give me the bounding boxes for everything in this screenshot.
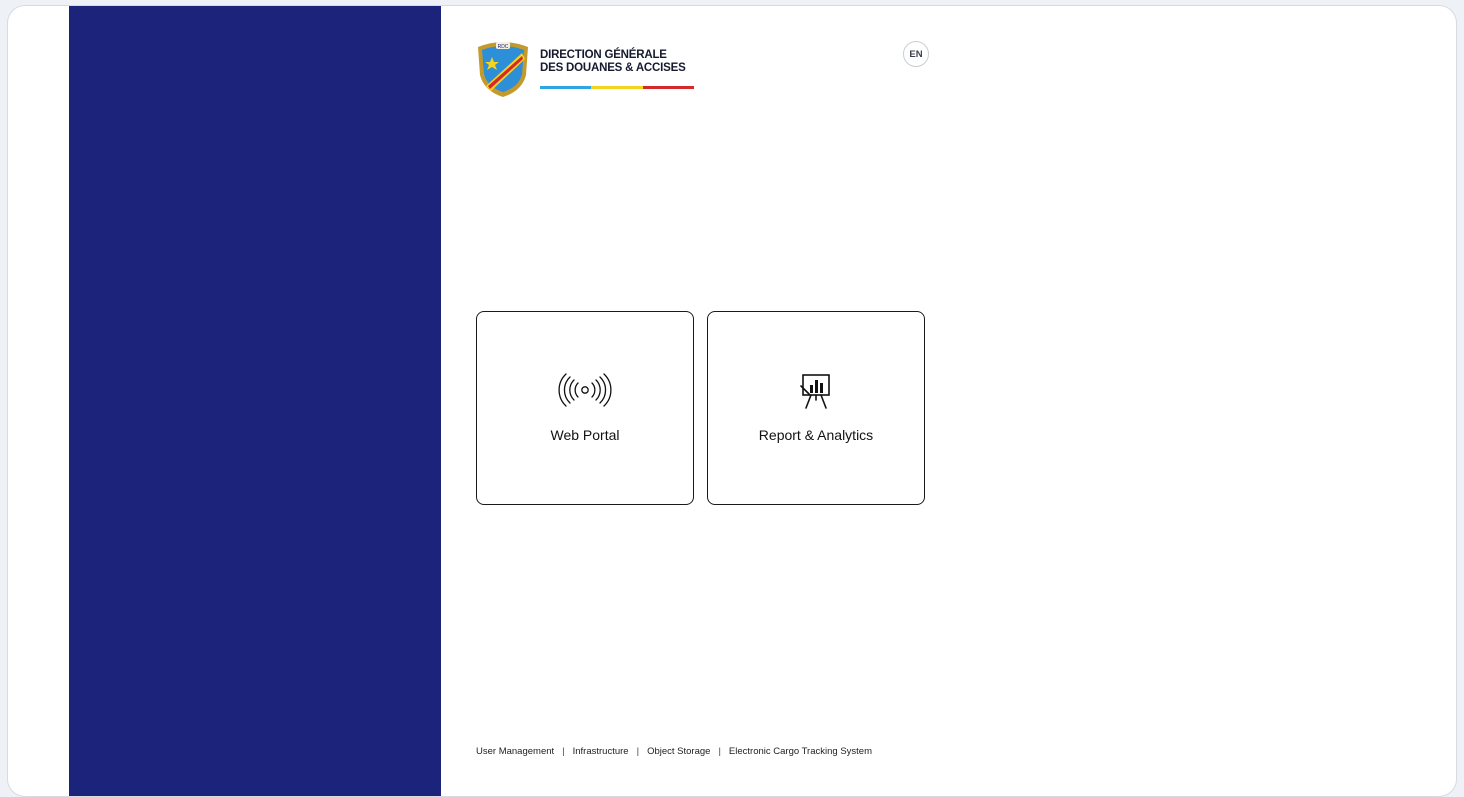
app-window: RDC DIRECTION GÉNÉRALE DES DOUANES & ACC… (7, 5, 1457, 797)
footer-separator: | (636, 746, 640, 757)
footer-links: User Management | Infrastructure | Object St… (476, 746, 872, 757)
flag-stripe-red (642, 86, 694, 89)
brand-name: DIRECTION GÉNÉRALE DES DOUANES & ACCISES (540, 49, 686, 75)
presentation-chart-icon (800, 374, 830, 409)
language-toggle-button[interactable]: EN (903, 41, 929, 67)
footer-link-object-storage[interactable]: Object Storage (647, 746, 710, 757)
web-portal-tile[interactable]: Web Portal (476, 311, 694, 505)
flag-stripe (540, 86, 694, 89)
brand-name-line2: DES DOUANES & ACCISES (540, 62, 686, 74)
web-portal-label: Web Portal (550, 427, 620, 443)
crest-icon: RDC (478, 42, 528, 97)
brand-name-line1: DIRECTION GÉNÉRALE (540, 49, 667, 61)
broadcast-icon (558, 373, 612, 407)
svg-text:RDC: RDC (498, 44, 509, 50)
flag-stripe-yellow (591, 86, 643, 89)
footer-link-cargo-tracking[interactable]: Electronic Cargo Tracking System (729, 746, 872, 757)
footer-separator: | (718, 746, 721, 757)
footer-separator: | (562, 746, 565, 757)
flag-stripe-blue (540, 86, 592, 89)
footer-link-infrastructure[interactable]: Infrastructure (573, 746, 629, 757)
brand-logo: RDC DIRECTION GÉNÉRALE DES DOUANES & ACC… (474, 39, 704, 99)
report-analytics-tile[interactable]: Report & Analytics (707, 311, 925, 505)
report-analytics-label: Report & Analytics (758, 427, 874, 443)
side-panel (69, 6, 441, 796)
footer-link-user-management[interactable]: User Management (476, 746, 554, 757)
